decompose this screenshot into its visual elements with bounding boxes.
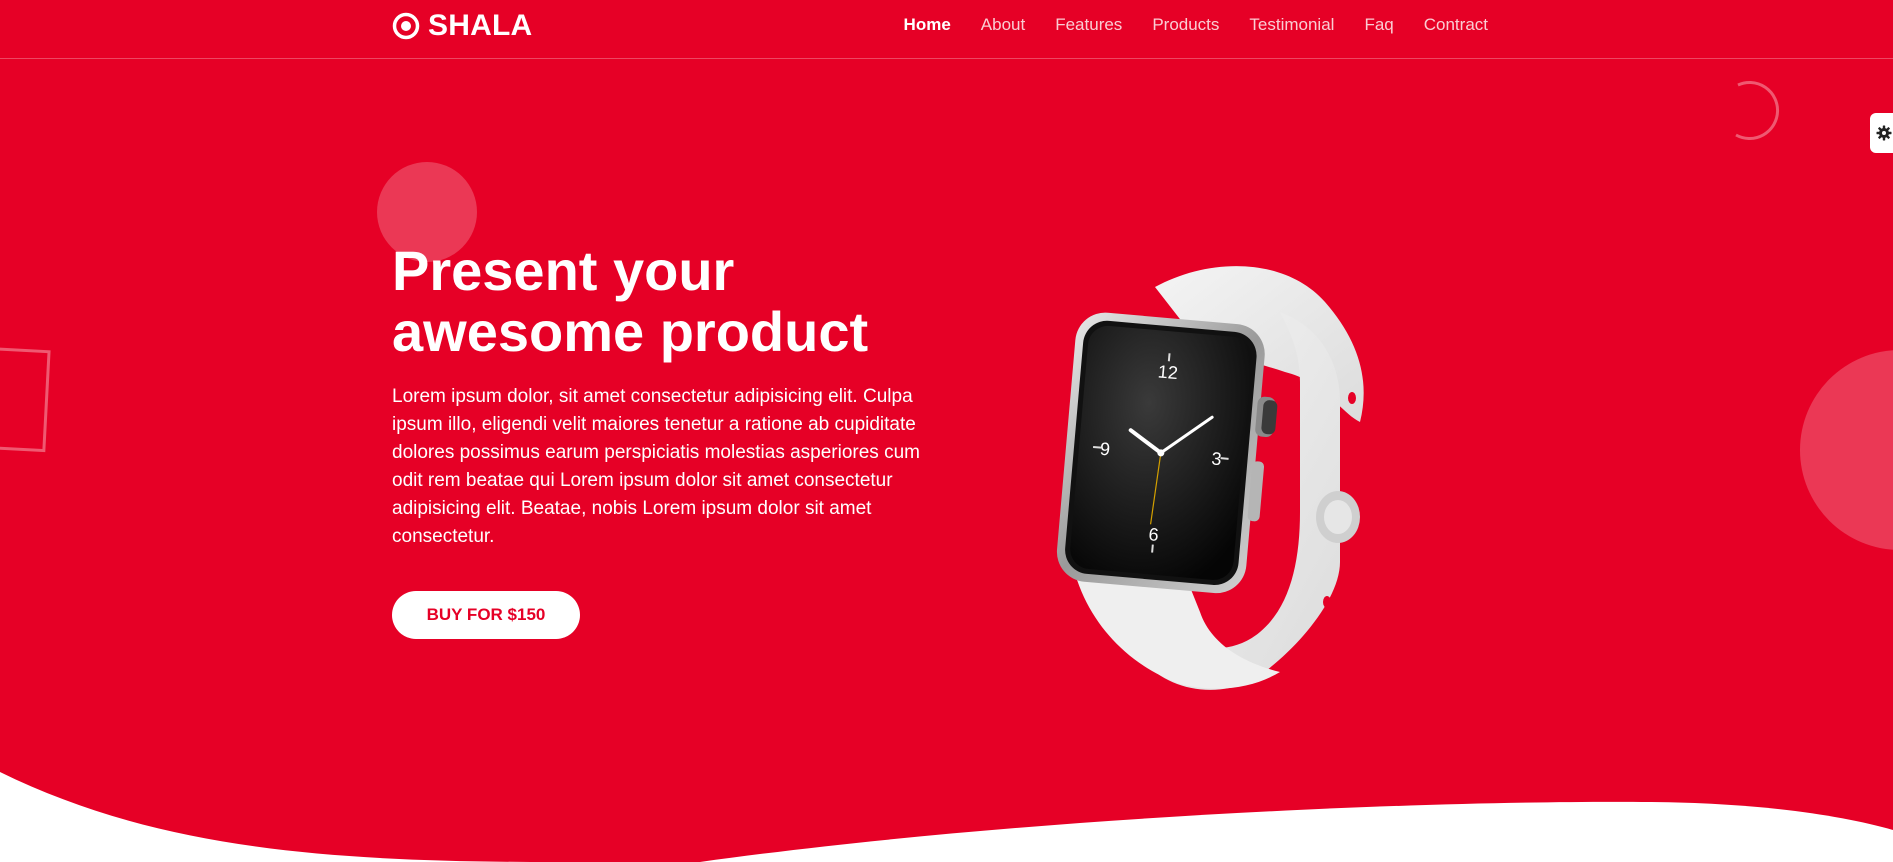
watch-number-6: 6	[1148, 524, 1160, 545]
target-icon	[392, 12, 420, 40]
brand-logo[interactable]: SHALA	[392, 9, 532, 43]
watch-number-9: 9	[1099, 439, 1111, 460]
nav-item-features[interactable]: Features	[1055, 15, 1122, 34]
nav-item-contract[interactable]: Contract	[1424, 15, 1488, 34]
hero-description: Lorem ipsum dolor, sit amet consectetur …	[392, 386, 920, 547]
nav-item-testimonial[interactable]: Testimonial	[1249, 15, 1334, 34]
navbar: SHALA Home About Features Products Testi…	[0, 0, 1893, 59]
nav-item-products[interactable]: Products	[1152, 15, 1219, 34]
buy-button[interactable]: BUY FOR $150	[392, 591, 580, 639]
smartwatch-image: 12 3 6 9	[1056, 266, 1364, 690]
decorative-arc	[1735, 81, 1780, 140]
nav-item-about[interactable]: About	[981, 15, 1025, 34]
decorative-square	[0, 345, 51, 453]
nav-item-home[interactable]: Home	[904, 15, 951, 34]
page: SHALA Home About Features Products Testi…	[0, 0, 1893, 862]
watch-number-12: 12	[1157, 361, 1179, 383]
brand-name: SHALA	[428, 9, 533, 42]
hero-title: Present your awesome product	[392, 239, 869, 363]
nav-item-faq[interactable]: Faq	[1364, 15, 1393, 34]
watch-number-3: 3	[1211, 448, 1223, 469]
settings-toggle[interactable]	[1870, 113, 1893, 153]
nav-menu: Home About Features Products Testimonial…	[904, 0, 1488, 50]
decorative-circle	[1800, 350, 1893, 550]
gear-icon	[1876, 125, 1892, 141]
hero-wave-divider	[0, 772, 1893, 862]
